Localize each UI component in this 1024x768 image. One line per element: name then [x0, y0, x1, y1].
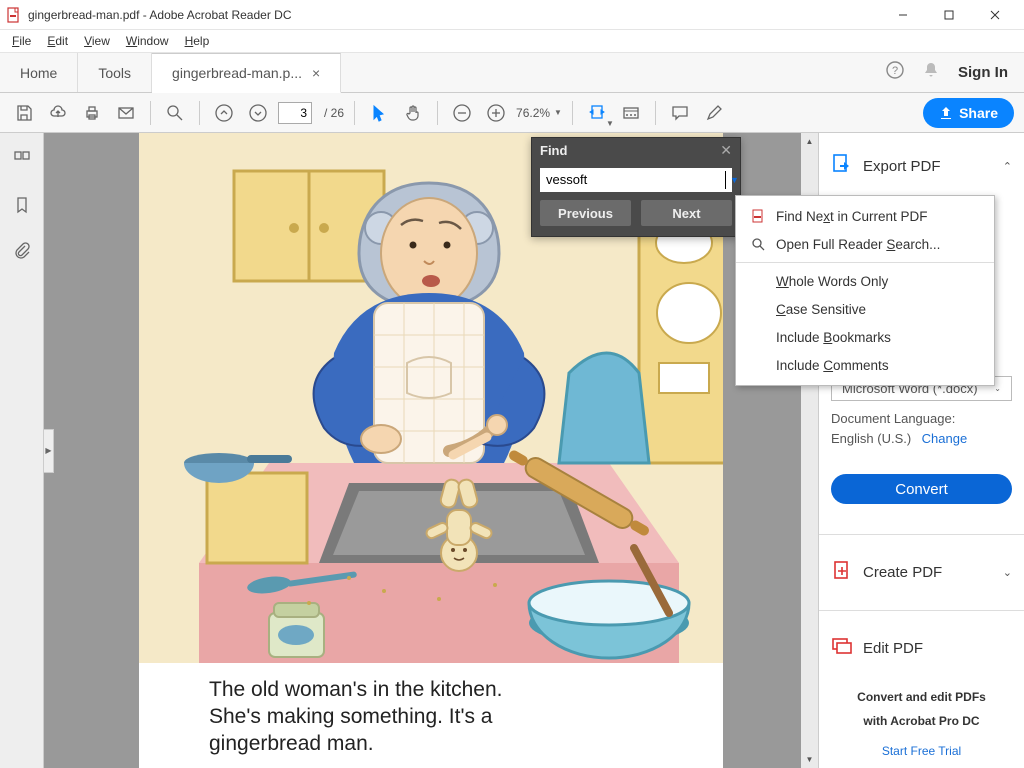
- thumbnails-icon[interactable]: [10, 147, 34, 171]
- edit-pdf-icon: [831, 635, 853, 662]
- change-language-link[interactable]: Change: [922, 431, 968, 446]
- menu-include-comments[interactable]: Include Comments: [736, 351, 994, 379]
- start-trial-link[interactable]: Start Free Trial: [831, 744, 1012, 758]
- page-text-line: gingerbread man.: [209, 731, 653, 758]
- doc-language-value: English (U.S.): [831, 431, 911, 446]
- help-icon[interactable]: ?: [886, 61, 904, 84]
- promo-line1: Convert and edit PDFs: [857, 690, 986, 704]
- find-icon[interactable]: [161, 99, 189, 127]
- left-rail-toggle[interactable]: ▶: [44, 429, 54, 473]
- zoom-out-icon[interactable]: [448, 99, 476, 127]
- find-previous-button[interactable]: Previous: [540, 200, 631, 226]
- tab-bar: Home Tools gingerbread-man.p... × ? Sign…: [0, 53, 1024, 93]
- pointer-tool-icon[interactable]: [365, 99, 393, 127]
- page-down-icon[interactable]: [244, 99, 272, 127]
- create-pdf-section[interactable]: Create PDF ⌄: [831, 549, 1012, 596]
- find-input-wrap: ▼: [540, 168, 732, 192]
- menu-edit[interactable]: Edit: [39, 32, 76, 50]
- window-title: gingerbread-man.pdf - Adobe Acrobat Read…: [28, 8, 880, 22]
- convert-button[interactable]: Convert: [831, 474, 1012, 504]
- zoom-level-dropdown[interactable]: 76.2%▼: [516, 106, 562, 120]
- find-dialog: Find ✕ ▼ Previous Next: [531, 137, 741, 237]
- menu-view[interactable]: View: [76, 32, 118, 50]
- svg-text:?: ?: [892, 65, 898, 77]
- find-next-button[interactable]: Next: [641, 200, 732, 226]
- menu-window[interactable]: Window: [118, 32, 177, 50]
- menu-help[interactable]: Help: [177, 32, 218, 50]
- menu-whole-words[interactable]: Whole Words Only: [736, 267, 994, 295]
- menu-file[interactable]: File: [4, 32, 39, 50]
- menu-find-next-in-pdf[interactable]: Find Next in Current PDF: [736, 202, 994, 230]
- cloud-upload-icon[interactable]: [44, 99, 72, 127]
- zoom-in-icon[interactable]: [482, 99, 510, 127]
- find-title: Find: [540, 143, 567, 158]
- scroll-up-icon[interactable]: ▲: [801, 133, 818, 150]
- pdf-file-icon: [6, 7, 22, 23]
- tab-home[interactable]: Home: [0, 53, 78, 92]
- edit-pdf-label: Edit PDF: [863, 640, 1012, 657]
- maximize-button[interactable]: [926, 0, 972, 30]
- attachments-icon[interactable]: [10, 239, 34, 263]
- toolbar: / 26 76.2%▼ ▼ Share: [0, 93, 1024, 133]
- sign-in-link[interactable]: Sign In: [958, 64, 1008, 81]
- menu-case-sensitive[interactable]: Case Sensitive: [736, 295, 994, 323]
- page-up-icon[interactable]: [210, 99, 238, 127]
- close-window-button[interactable]: [972, 0, 1018, 30]
- titlebar: gingerbread-man.pdf - Adobe Acrobat Read…: [0, 0, 1024, 30]
- save-icon[interactable]: [10, 99, 38, 127]
- tab-document[interactable]: gingerbread-man.p... ×: [152, 53, 341, 93]
- search-small-icon: [750, 236, 766, 252]
- page-text-line: The old woman's in the kitchen.: [209, 677, 653, 704]
- fit-width-icon[interactable]: ▼: [583, 99, 611, 127]
- email-icon[interactable]: [112, 99, 140, 127]
- minimize-button[interactable]: [880, 0, 926, 30]
- pan-tool-icon[interactable]: [399, 99, 427, 127]
- page-text-line: She's making something. It's a: [209, 704, 653, 731]
- menu-include-bookmarks[interactable]: Include Bookmarks: [736, 323, 994, 351]
- menu-open-full-search[interactable]: Open Full Reader Search...: [736, 230, 994, 258]
- tab-close-icon[interactable]: ×: [312, 65, 320, 81]
- find-options-dropdown-icon[interactable]: ▼: [730, 175, 739, 185]
- create-pdf-icon: [831, 559, 853, 586]
- comment-icon[interactable]: [666, 99, 694, 127]
- page-count-label: / 26: [324, 106, 344, 120]
- tab-document-label: gingerbread-man.p...: [172, 65, 302, 81]
- find-close-icon[interactable]: ✕: [720, 142, 732, 159]
- export-pdf-section[interactable]: Export PDF ⌃: [831, 143, 1012, 190]
- menubar: File Edit View Window Help: [0, 30, 1024, 53]
- export-pdf-icon: [831, 153, 853, 180]
- share-button[interactable]: Share: [923, 98, 1014, 128]
- chevron-down-icon[interactable]: ⌄: [1003, 566, 1012, 579]
- bookmarks-rail-icon[interactable]: [10, 193, 34, 217]
- highlight-tool-icon[interactable]: [700, 99, 728, 127]
- left-nav-rail: [0, 133, 44, 768]
- doc-language-label: Document Language:: [831, 411, 1012, 426]
- scroll-down-icon[interactable]: ▼: [801, 751, 818, 768]
- find-options-menu: Find Next in Current PDF Open Full Reade…: [735, 195, 995, 386]
- page-number-input[interactable]: [278, 102, 312, 124]
- export-pdf-label: Export PDF: [863, 158, 993, 175]
- find-input[interactable]: [544, 172, 724, 187]
- print-icon[interactable]: [78, 99, 106, 127]
- promo-line2: with Acrobat Pro DC: [863, 714, 979, 728]
- pdf-small-icon: [750, 208, 766, 224]
- tab-tools[interactable]: Tools: [78, 53, 152, 92]
- create-pdf-label: Create PDF: [863, 564, 993, 581]
- notifications-icon[interactable]: [922, 61, 940, 84]
- edit-pdf-section[interactable]: Edit PDF: [831, 625, 1012, 672]
- chevron-up-icon[interactable]: ⌃: [1003, 160, 1012, 173]
- read-mode-icon[interactable]: [617, 99, 645, 127]
